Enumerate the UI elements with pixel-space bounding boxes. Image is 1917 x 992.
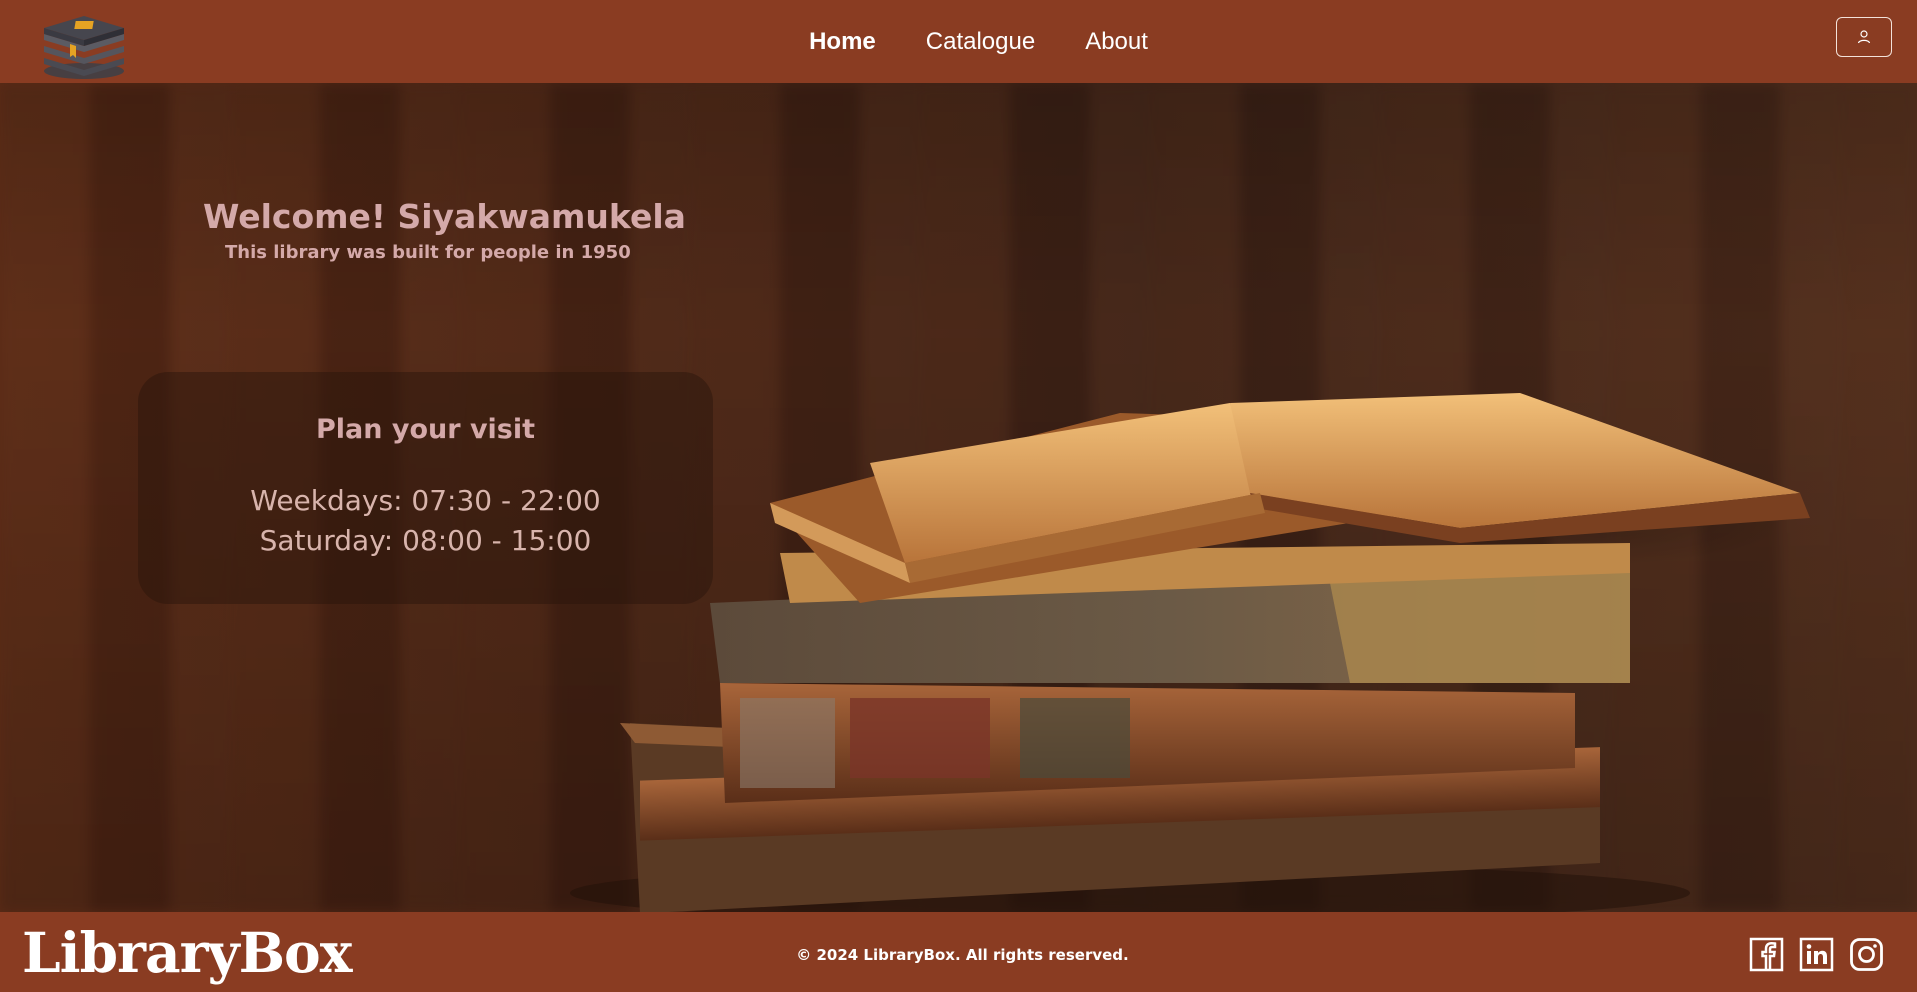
top-navbar: Home Catalogue About: [0, 0, 1917, 83]
opening-hours: Weekdays: 07:30 - 22:00 Saturday: 08:00 …: [250, 481, 600, 561]
user-icon: [1857, 30, 1871, 44]
welcome-title: Welcome! Siyakwamukela: [203, 197, 686, 236]
nav-about-link[interactable]: About: [1085, 28, 1148, 56]
copyright-text: © 2024 LibraryBox. All rights reserved.: [796, 946, 1129, 964]
nav-home-link[interactable]: Home: [809, 28, 876, 56]
instagram-icon[interactable]: [1849, 937, 1884, 972]
social-links: [1749, 937, 1884, 972]
visit-info-card: Plan your visit Weekdays: 07:30 - 22:00 …: [138, 372, 713, 604]
main-nav: Home Catalogue About: [0, 0, 1917, 83]
linkedin-icon[interactable]: [1799, 937, 1834, 972]
saturday-hours: Saturday: 08:00 - 15:00: [259, 524, 592, 557]
user-account-button[interactable]: [1836, 17, 1892, 57]
footer: LibraryBox © 2024 LibraryBox. All rights…: [0, 912, 1917, 992]
facebook-icon[interactable]: [1749, 937, 1784, 972]
visit-title: Plan your visit: [315, 414, 536, 445]
nav-catalogue-link[interactable]: Catalogue: [926, 28, 1035, 56]
hero-section: Welcome! Siyakwamukela This library was …: [0, 83, 1917, 912]
welcome-subtitle: This library was built for people in 195…: [225, 242, 631, 263]
weekday-hours: Weekdays: 07:30 - 22:00: [250, 484, 601, 517]
